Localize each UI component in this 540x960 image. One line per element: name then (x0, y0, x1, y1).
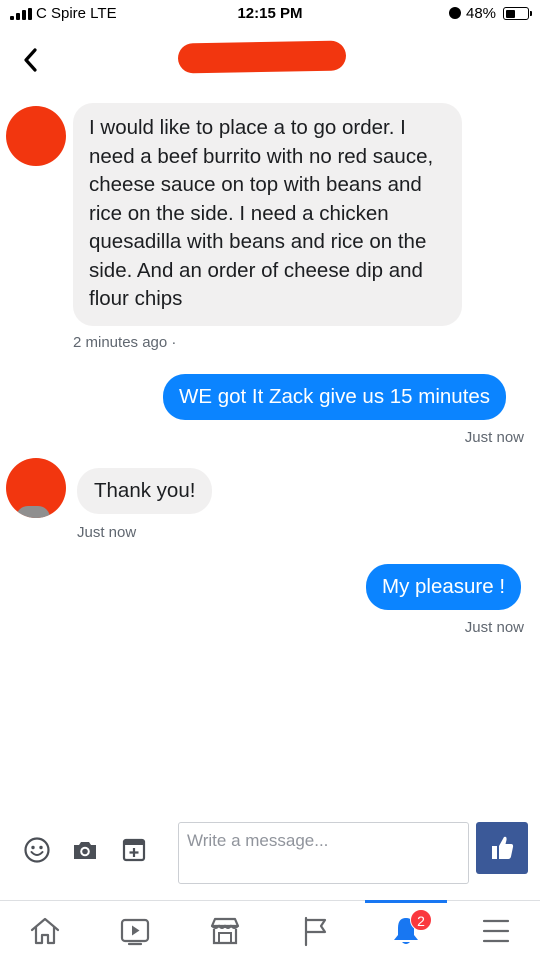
battery-icon (503, 7, 529, 20)
menu-icon (482, 919, 510, 943)
alarm-icon (449, 7, 461, 19)
marketplace-icon (210, 917, 240, 945)
outgoing-message-bubble[interactable]: My pleasure ! (366, 564, 522, 610)
home-icon (30, 917, 60, 945)
tab-watch[interactable] (99, 901, 171, 960)
tab-marketplace[interactable] (189, 901, 261, 960)
message-timestamp: 2 minutes ago · (73, 334, 177, 351)
tab-notifications[interactable]: 2 (370, 901, 442, 960)
status-bar: C Spire LTE 12:15 PM 48% (0, 0, 540, 30)
contact-name-redacted (177, 40, 347, 74)
battery-cap (530, 11, 532, 16)
incoming-message-bubble[interactable]: Thank you! (77, 468, 213, 514)
watch-icon (120, 918, 150, 946)
chevron-left-icon (24, 48, 37, 72)
message-timestamp: Just now (77, 524, 137, 541)
message-input[interactable] (178, 822, 469, 884)
sticker-icon (122, 838, 146, 862)
tab-home[interactable] (9, 901, 81, 960)
battery-fill (505, 9, 516, 18)
carrier-label: C Spire LTE (36, 5, 117, 22)
avatar-photo-detail (16, 506, 50, 518)
like-send-button[interactable] (476, 822, 528, 874)
notification-badge: 2 (410, 909, 432, 931)
pages-flag-icon (304, 916, 327, 947)
emoji-button[interactable] (24, 837, 50, 863)
sticker-button[interactable] (121, 837, 147, 863)
message-composer (0, 812, 540, 892)
signal-strength-icon (10, 8, 32, 20)
conversation-header (0, 30, 540, 90)
tab-pages[interactable] (279, 901, 351, 960)
battery-percent: 48% (466, 5, 497, 22)
bottom-tab-bar: 2 (0, 900, 540, 960)
tab-menu[interactable] (460, 901, 532, 960)
outgoing-message-bubble[interactable]: WE got It Zack give us 15 minutes (163, 374, 507, 420)
thumbs-up-icon (492, 836, 514, 859)
message-timestamp: Just now (464, 619, 524, 636)
back-button[interactable] (16, 42, 48, 78)
incoming-message-bubble[interactable]: I would like to place a to go order. I n… (73, 103, 462, 326)
camera-icon (74, 842, 96, 859)
message-timestamp: Just now (464, 429, 524, 446)
sender-avatar[interactable] (6, 458, 66, 518)
camera-button[interactable] (72, 837, 98, 863)
sender-avatar[interactable] (6, 106, 66, 166)
smiley-icon (24, 837, 50, 863)
